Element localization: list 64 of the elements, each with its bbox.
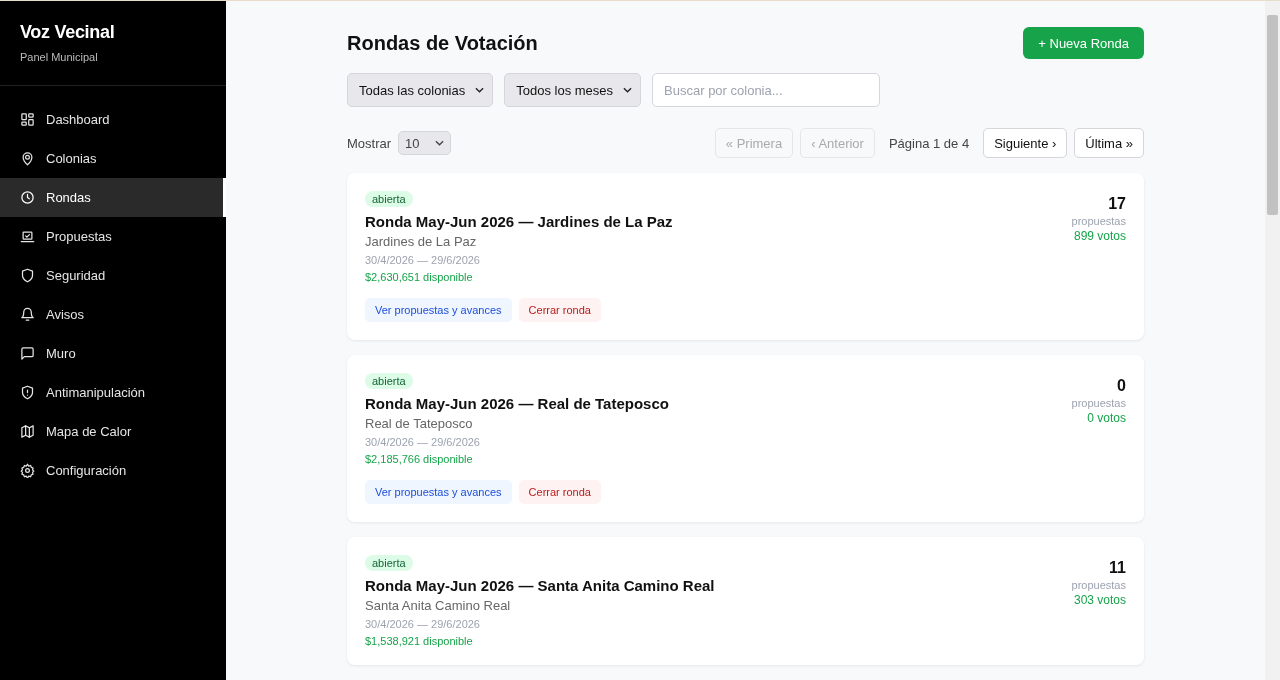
shield-alert-icon — [20, 385, 35, 400]
round-title: Ronda May-Jun 2026 — Santa Anita Camino Real — [365, 577, 715, 594]
chevron-down-icon — [475, 87, 485, 93]
round-title: Ronda May-Jun 2026 — Real de Tateposco — [365, 395, 669, 412]
month-dropdown[interactable]: Todos los meses — [504, 73, 642, 107]
budget-text: $2,185,766 disponible — [365, 453, 473, 465]
map-pin-icon — [20, 151, 35, 166]
nav-item[interactable]: Dashboard — [0, 100, 226, 139]
bell-icon — [20, 307, 35, 322]
vote-count: 0 votos — [1086, 411, 1126, 425]
nav-item[interactable]: Avisos — [0, 295, 226, 334]
count-label: propuestas — [1071, 215, 1126, 227]
pagination-button[interactable]: Última » — [1074, 128, 1144, 158]
brand-subtitle: Panel Municipal — [20, 51, 99, 63]
colonia-name: Jardines de La Paz — [365, 234, 477, 249]
budget-text: $1,538,921 disponible — [365, 635, 473, 647]
chat-bubble-icon — [20, 346, 35, 361]
view-proposals-button[interactable]: Ver propuestas y avances — [365, 480, 512, 504]
nav-item[interactable]: Antimanipulación — [0, 373, 226, 412]
close-round-button[interactable]: Cerrar ronda — [518, 298, 601, 322]
nav-item[interactable]: Mapa de Calor — [0, 412, 226, 451]
vote-count: 303 votos — [1072, 593, 1126, 607]
nav-item[interactable]: Seguridad — [0, 256, 226, 295]
vote-count: 899 votos — [1072, 229, 1126, 243]
search-field[interactable]: Buscar por colonia... — [652, 73, 881, 107]
date-range: 30/4/2026 — 29/6/2026 — [365, 254, 480, 266]
proposal-count: 0 — [1116, 377, 1126, 395]
nav-item[interactable]: Muro — [0, 334, 226, 373]
pagination-button[interactable]: Siguiente › — [983, 128, 1068, 158]
status-badge: abierta — [365, 555, 413, 571]
shield-icon — [20, 268, 35, 283]
settings-icon — [20, 463, 35, 478]
count-label: propuestas — [1071, 397, 1126, 409]
count-label: propuestas — [1071, 579, 1126, 591]
proposal-count: 17 — [1107, 195, 1126, 213]
round-title: Ronda May-Jun 2026 — Jardines de La Paz — [365, 213, 673, 230]
view-proposals-button[interactable]: Ver propuestas y avances — [365, 298, 512, 322]
status-badge: abierta — [365, 191, 413, 207]
chevron-down-icon — [623, 87, 633, 93]
nav-item[interactable]: Rondas — [0, 178, 226, 217]
proposal-count: 11 — [1108, 559, 1126, 577]
nav-item[interactable]: Colonias — [0, 139, 226, 178]
colonia-name: Real de Tateposco — [365, 416, 473, 431]
show-label: Mostrar — [347, 135, 392, 151]
grid-icon — [20, 112, 35, 127]
colonia-name: Santa Anita Camino Real — [365, 598, 511, 613]
scrollbar[interactable] — [1265, 1, 1280, 680]
nav-item[interactable]: Configuración — [0, 451, 226, 490]
chevron-down-icon — [435, 140, 445, 146]
map-icon — [20, 424, 35, 439]
close-round-button[interactable]: Cerrar ronda — [518, 480, 601, 504]
date-range: 30/4/2026 — 29/6/2026 — [365, 436, 480, 448]
page-title: Rondas de Votación — [347, 31, 538, 55]
brand-name: Voz Vecinal — [20, 22, 116, 43]
status-badge: abierta — [365, 373, 413, 389]
page-size-dropdown[interactable]: 10 — [398, 131, 452, 155]
date-range: 30/4/2026 — 29/6/2026 — [365, 618, 480, 630]
laptop-icon — [20, 229, 35, 244]
clock-icon — [20, 190, 35, 205]
scrollbar-thumb[interactable] — [1267, 15, 1278, 215]
budget-text: $2,630,651 disponible — [365, 271, 473, 283]
nav-item[interactable]: Propuestas — [0, 217, 226, 256]
colonia-dropdown[interactable]: Todas las colonias — [347, 73, 494, 107]
page-info: Página 1 de 4 — [888, 135, 970, 151]
